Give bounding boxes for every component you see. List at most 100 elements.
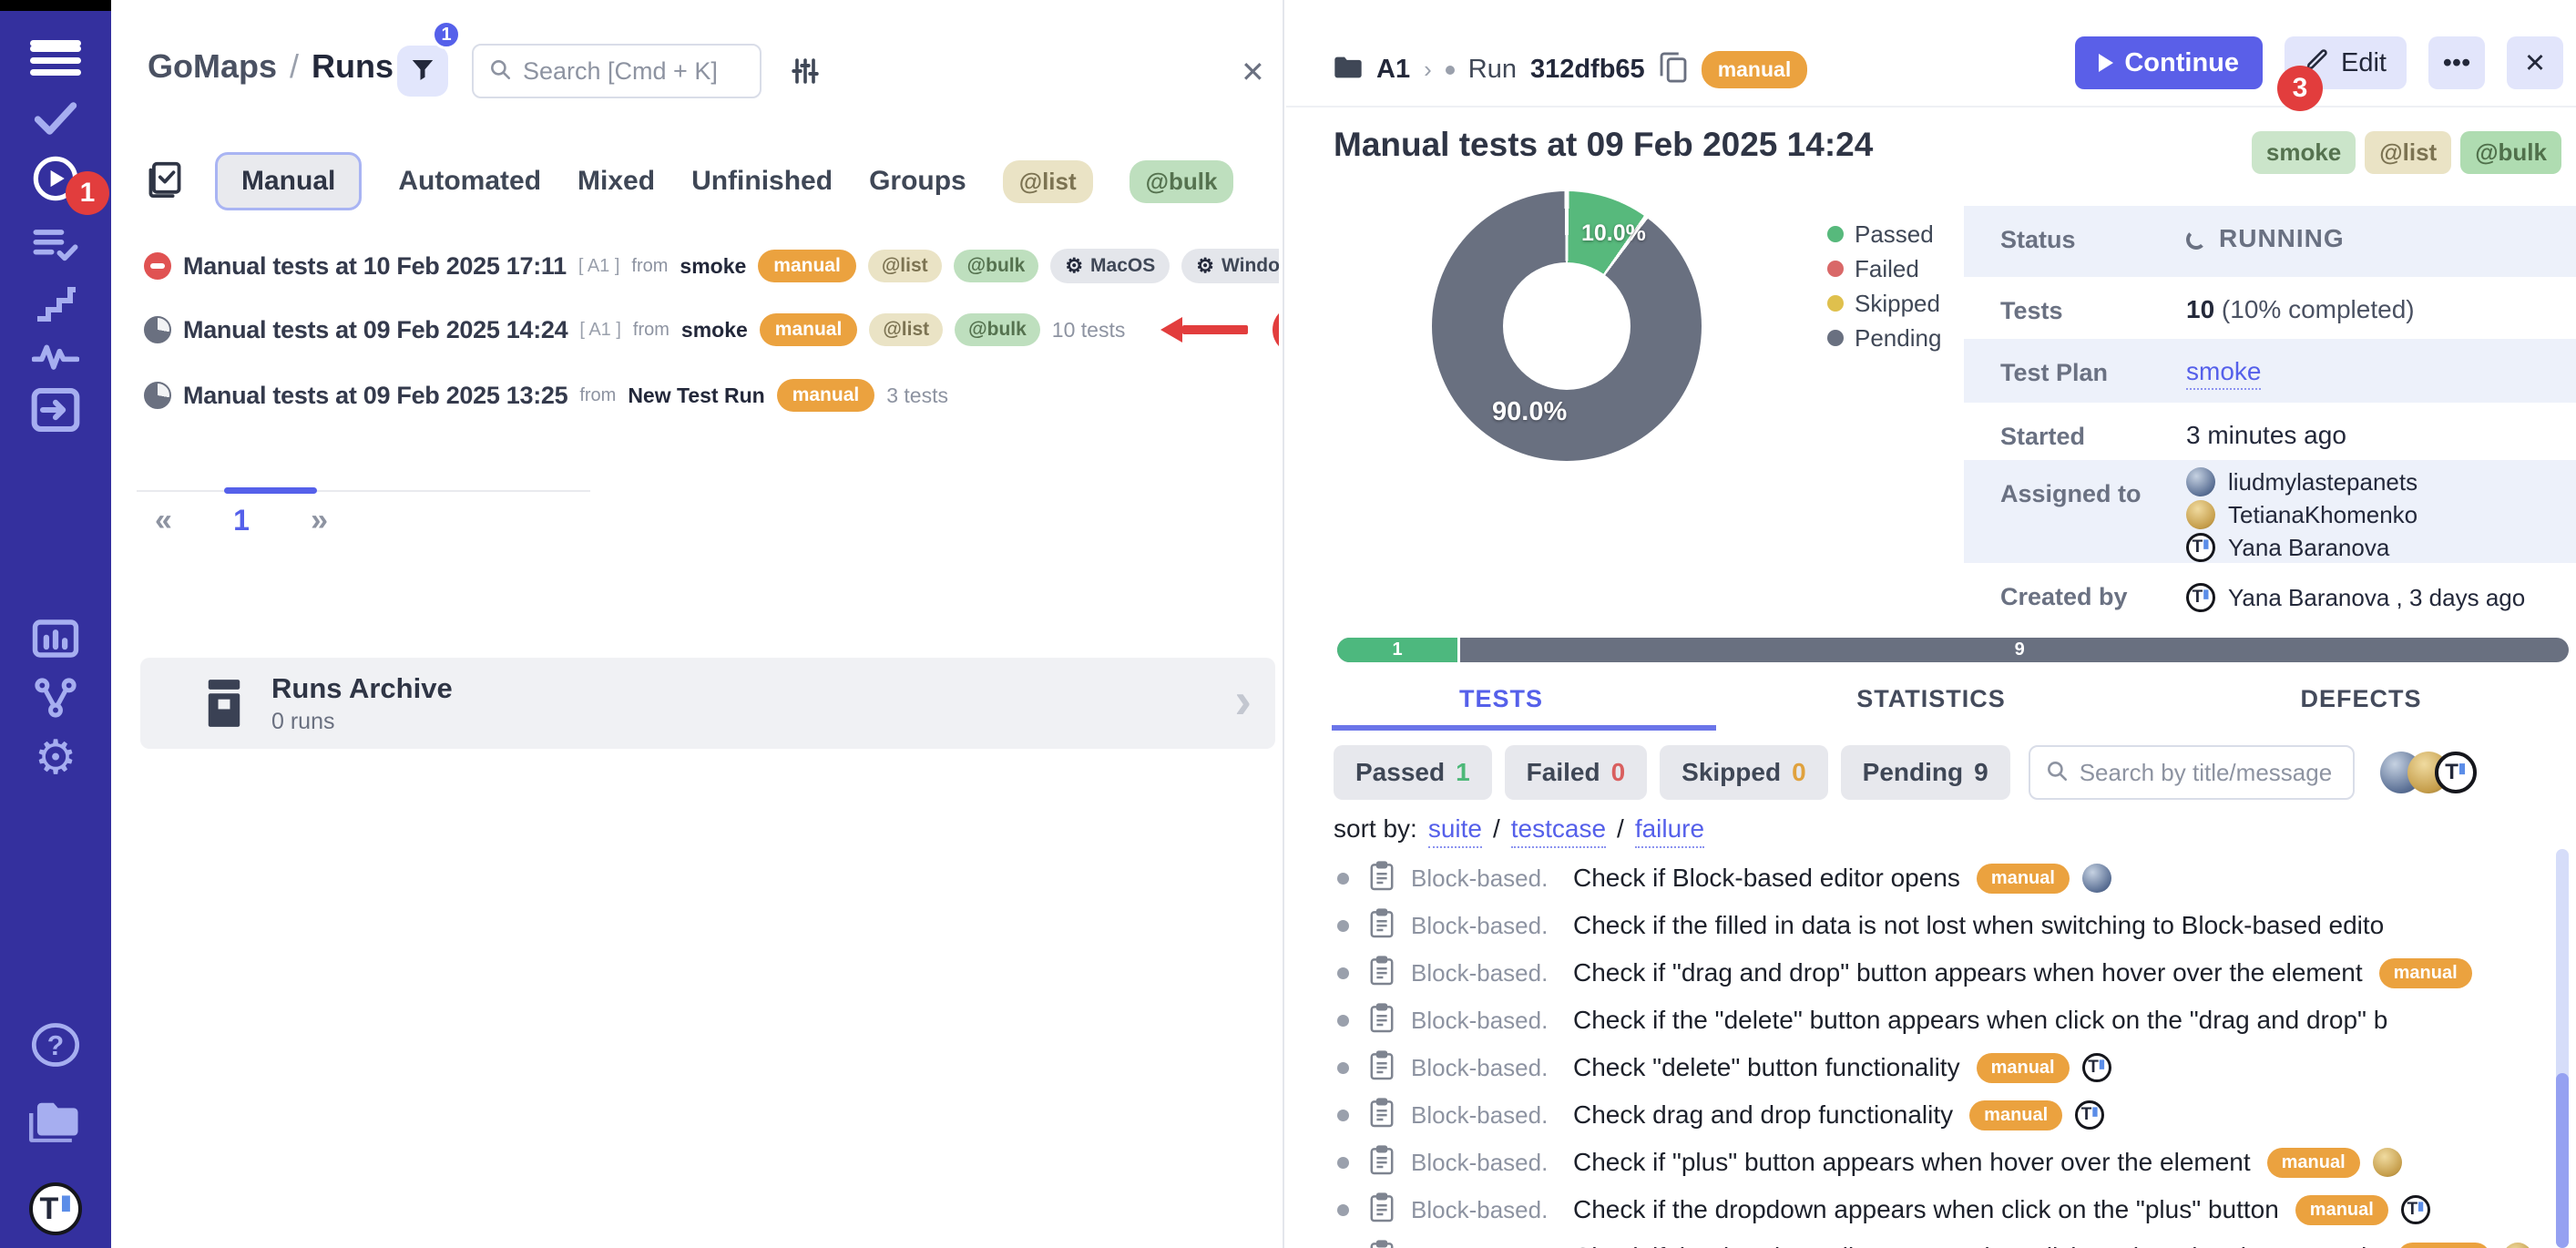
runs-archive-card[interactable]: Runs Archive 0 runs [140,658,1275,749]
run-list-item[interactable]: Manual tests at 09 Feb 2025 14:24 [ A1 ]… [144,302,1279,357]
close-run-button[interactable]: ✕ [2507,36,2563,89]
checklist-icon[interactable] [32,224,79,264]
run-breadcrumb: A1 Run 312dfb65 manual [1334,51,1807,88]
tab-unfinished[interactable]: Unfinished [691,166,833,197]
filter-passed-button[interactable]: Passed1 [1334,745,1492,800]
manual-badge: manual [1977,1053,2070,1083]
sort-by-failure[interactable]: failure [1635,814,1704,848]
run-code: [ A1 ] [579,320,621,341]
annotation-arrow [1160,317,1248,343]
more-button[interactable]: ••• [2428,36,2485,89]
run-tests-count: 10 tests [1052,318,1126,343]
run-tests-count: 3 tests [886,384,948,408]
manual-badge: manual [777,379,875,412]
filter-button[interactable] [397,46,448,97]
tab-defects[interactable]: DEFECTS [2146,685,2576,713]
list-badge: @list [869,313,943,346]
run-status-stopped-icon [144,252,171,280]
tab-statistics[interactable]: STATISTICS [1716,685,2146,713]
testcases-check-icon[interactable] [32,100,79,137]
sliders-icon[interactable] [789,55,822,92]
continue-button[interactable]: Continue [2075,36,2263,89]
breadcrumb-suite[interactable]: A1 [1376,55,1410,85]
breadcrumb-section[interactable]: Runs [312,47,394,86]
avatar[interactable]: T▮ [2435,752,2477,793]
tab-mixed[interactable]: Mixed [578,166,655,197]
help-icon[interactable]: ? [30,1022,81,1068]
page-next-button[interactable]: » [311,503,328,538]
active-tab-underline [1332,725,1716,731]
sort-by-testcase[interactable]: testcase [1511,814,1606,848]
assignee[interactable]: T▮Yana Baranova [2186,531,2418,564]
run-detail-tabs: TESTS STATISTICS DEFECTS [1286,685,2576,713]
assignee-avatars[interactable]: T▮ [2380,752,2477,793]
tag-chip-bulk[interactable]: @bulk [1130,160,1234,203]
menu-icon[interactable] [30,35,81,52]
legend-dot-pending [1827,330,1844,346]
tag-list[interactable]: @list [2365,131,2451,174]
tab-automated[interactable]: Automated [398,166,541,197]
tab-groups[interactable]: Groups [869,166,966,197]
search-box[interactable] [472,44,762,98]
tests-search-input[interactable] [2080,759,2338,787]
select-runs-icon[interactable] [148,160,182,203]
donut-label-passed: 10.0% [1581,220,1646,247]
tag-bulk[interactable]: @bulk [2460,131,2561,174]
tests-list: Block-based... Check if Block-based edit… [1286,854,2556,1248]
creator: T▮Yana Baranova , 3 days ago [2186,581,2525,614]
avatar [2186,467,2215,496]
status-dot-icon [1337,873,1349,885]
page-number[interactable]: 1 [233,504,250,537]
tab-manual[interactable]: Manual [215,152,362,210]
avatar [2186,500,2215,529]
filter-pending-button[interactable]: Pending9 [1841,745,2010,800]
test-row[interactable]: Block-based... Check drag and drop funct… [1286,1091,2556,1139]
assignee[interactable]: TetianaKhomenko [2186,498,2418,531]
test-row[interactable]: Block-based... Check if "plus" button ap… [1286,1139,2556,1186]
test-row-partial[interactable]: Block-based... Check if the dropdown dis… [1286,1233,2556,1248]
run-list-item[interactable]: Manual tests at 10 Feb 2025 17:11 [ A1 ]… [144,239,1279,293]
branches-icon[interactable] [32,678,79,718]
test-row[interactable]: Block-based... Check if the filled in da… [1286,902,2556,949]
tag-smoke[interactable]: smoke [2252,131,2356,174]
status-dot-icon [1337,1157,1349,1169]
test-row[interactable]: Block-based... Check if the dropdown app… [1286,1186,2556,1233]
page-prev-button[interactable]: « [155,503,172,538]
breadcrumb-project[interactable]: GoMaps [148,47,277,86]
run-progress-bar: 1 9 [1337,638,2569,662]
manual-badge: manual [760,313,858,346]
test-plan-link[interactable]: smoke [2186,357,2261,390]
run-title: Manual tests at 09 Feb 2025 14:24 [183,316,567,344]
search-input[interactable] [523,57,745,86]
test-row[interactable]: Block-based... Check if "drag and drop" … [1286,949,2556,997]
test-row[interactable]: Block-based... Check if Block-based edit… [1286,854,2556,902]
sign-in-icon[interactable] [30,386,81,434]
user-avatar[interactable]: T▮ [29,1182,82,1235]
reports-chart-icon[interactable] [31,618,80,660]
copy-icon[interactable] [1659,51,1688,88]
run-list-item[interactable]: Manual tests at 09 Feb 2025 13:25 from N… [144,368,1279,423]
tab-tests[interactable]: TESTS [1286,685,1716,713]
result-filters: Passed1 Failed0 Skipped0 Pending9 T▮ [1334,745,2477,800]
panel-close-icon[interactable]: ✕ [1241,55,1265,89]
sort-by-suite[interactable]: suite [1428,814,1482,848]
run-from-label: from [633,320,670,341]
avatar [2503,1243,2532,1248]
scrollbar-thumb[interactable] [2556,1073,2569,1248]
scrollbar-track[interactable] [2556,849,2569,1248]
steps-icon[interactable] [33,284,78,324]
annotation-step-1: 1 [66,171,109,215]
run-source: New Test Run [628,384,764,408]
tag-chip-list[interactable]: @list [1003,160,1093,203]
assignee[interactable]: liudmylastepanets [2186,465,2418,498]
tests-search-box[interactable] [2029,745,2355,800]
settings-gear-icon[interactable]: ⚙ [35,734,77,782]
annotation-step-3: 3 [2277,66,2323,111]
test-row[interactable]: Block-based... Check "delete" button fun… [1286,1044,2556,1091]
filter-skipped-button[interactable]: Skipped0 [1660,745,1828,800]
filter-failed-button[interactable]: Failed0 [1505,745,1648,800]
projects-folder-icon[interactable] [29,1100,82,1144]
run-type-badge: manual [1702,51,1808,88]
test-row[interactable]: Block-based... Check if the "delete" but… [1286,997,2556,1044]
activity-icon[interactable] [32,339,79,372]
